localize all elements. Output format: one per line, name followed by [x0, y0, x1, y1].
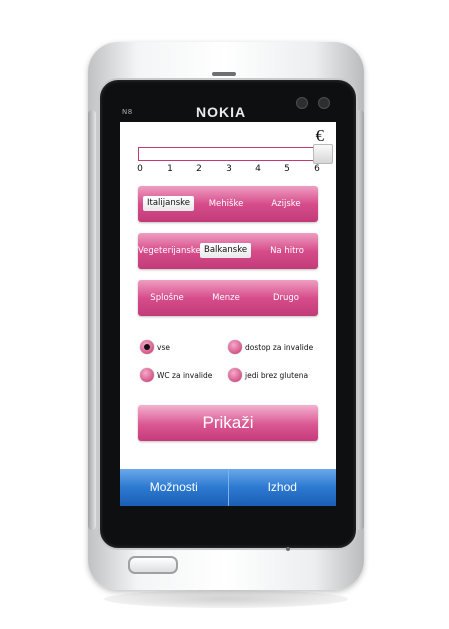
app-screen: € 0 1 2 3 4 5 6 Italijanske Mehiške Azij…: [120, 122, 336, 506]
option-vegeterijanske[interactable]: Vegeterijanske: [138, 233, 201, 269]
tick-label: 2: [196, 164, 202, 174]
radio-label: vse: [157, 342, 170, 352]
currency-label: €: [315, 126, 325, 145]
option-drugo[interactable]: Drugo: [262, 280, 310, 316]
price-slider-ticks: 0 1 2 3 4 5 6: [137, 164, 322, 178]
options-softkey[interactable]: Možnosti: [120, 469, 229, 506]
filter-row-1: vse dostop za invalide: [138, 338, 328, 356]
radio-jedi-brez-glutena[interactable]: jedi brez glutena: [228, 366, 308, 384]
option-menze[interactable]: Menze: [204, 280, 248, 316]
exit-softkey[interactable]: Izhod: [228, 469, 336, 506]
option-splosne[interactable]: Splošne: [144, 280, 190, 316]
softkey-bar: Možnosti Izhod: [120, 469, 336, 506]
radio-label: dostop za invalide: [245, 342, 314, 352]
radio-label: WC za invalide: [157, 370, 213, 380]
phone-shadow: [104, 590, 348, 608]
cuisine-row-1: Italijanske Mehiške Azijske: [138, 186, 318, 222]
radio-wc-za-invalide[interactable]: WC za invalide: [140, 366, 212, 384]
cuisine-row-3: Splošne Menze Drugo: [138, 280, 318, 316]
tick-label: 5: [284, 164, 290, 174]
option-na-hitro[interactable]: Na hitro: [264, 233, 310, 269]
radio-vse[interactable]: vse: [140, 338, 170, 356]
radio-unchecked-icon: [228, 340, 242, 354]
price-slider-thumb[interactable]: [313, 144, 333, 164]
microphone-icon: [286, 547, 290, 551]
front-camera-icon: [296, 97, 308, 109]
option-mehiske[interactable]: Mehiške: [204, 186, 248, 222]
tick-label: 3: [226, 164, 232, 174]
brand-logo: NOKIA: [196, 104, 247, 120]
home-key[interactable]: [128, 556, 178, 574]
radio-checked-icon: [140, 340, 154, 354]
tick-label: 0: [137, 164, 143, 174]
radio-label: jedi brez glutena: [245, 370, 309, 380]
tick-label: 4: [255, 164, 261, 174]
tick-label: 1: [167, 164, 173, 174]
show-button[interactable]: Prikaži: [138, 405, 318, 441]
power-key[interactable]: [212, 72, 236, 76]
radio-unchecked-icon: [228, 368, 242, 382]
tick-label: 6: [314, 164, 320, 174]
model-label: N8: [122, 108, 133, 116]
cuisine-row-2: Vegeterijanske Balkanske Na hitro: [138, 233, 318, 269]
radio-unchecked-icon: [140, 368, 154, 382]
option-italijanske[interactable]: Italijanske: [143, 196, 195, 211]
filter-row-2: WC za invalide jedi brez glutena: [138, 366, 328, 384]
price-slider-track[interactable]: [138, 147, 316, 161]
phone-side-left: [88, 110, 96, 530]
light-sensor-icon: [318, 97, 330, 109]
option-azijske[interactable]: Azijske: [262, 186, 310, 222]
option-balkanske[interactable]: Balkanske: [200, 243, 252, 258]
radio-dostop-za-invalide[interactable]: dostop za invalide: [228, 338, 313, 356]
